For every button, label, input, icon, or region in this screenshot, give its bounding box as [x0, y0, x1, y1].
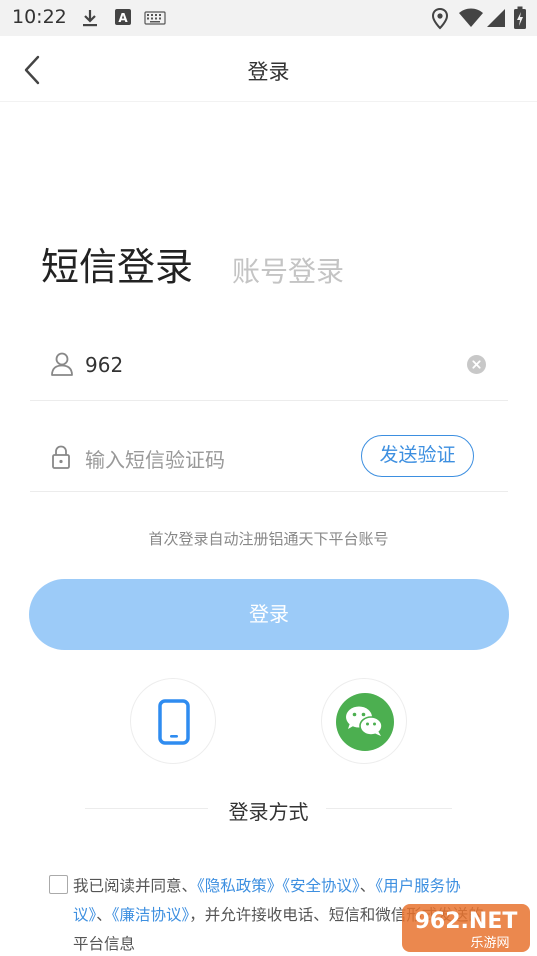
wifi-icon — [459, 8, 483, 27]
integrity-agreement-link[interactable]: 《廉洁协议》 — [112, 906, 190, 924]
agreement-checkbox[interactable] — [49, 875, 68, 894]
svg-text:A: A — [118, 11, 128, 25]
close-icon — [472, 360, 481, 369]
battery-icon — [514, 6, 526, 29]
app-header: 登录 — [0, 36, 537, 102]
code-input[interactable]: 输入短信验证码 — [85, 444, 225, 473]
watermark-logo: 962.NET 乐游网 — [402, 904, 530, 952]
svg-text:962.NET: 962.NET — [415, 909, 518, 934]
clear-input-button[interactable] — [467, 355, 486, 374]
phone-login-button[interactable] — [130, 678, 216, 764]
phone-icon — [158, 699, 190, 745]
privacy-policy-link[interactable]: 《隐私政策》 — [197, 877, 282, 895]
a-badge-icon: A — [115, 9, 131, 25]
send-code-button[interactable]: 发送验证 — [361, 435, 474, 477]
wechat-icon — [336, 693, 394, 751]
security-agreement-link[interactable]: 《安全协议》 — [282, 877, 360, 895]
signal-icon — [487, 9, 505, 27]
phone-input[interactable]: 962 — [85, 353, 123, 377]
phone-field: 962 — [30, 338, 508, 401]
page-title: 登录 — [247, 60, 290, 84]
divider-right — [326, 808, 452, 809]
tab-sms-login[interactable]: 短信登录 — [41, 236, 193, 291]
code-field: 输入短信验证码 发送验证 — [30, 430, 508, 492]
login-button[interactable]: 登录 — [29, 579, 509, 650]
svg-text:乐游网: 乐游网 — [470, 936, 509, 951]
keyboard-icon — [144, 11, 166, 25]
agreement-separator: 、 — [359, 877, 376, 895]
location-icon — [431, 8, 449, 30]
status-bar: 10:22 A — [0, 0, 537, 36]
agreement-separator: 、 — [96, 906, 112, 924]
download-icon — [83, 10, 97, 27]
status-time: 10:22 — [12, 6, 67, 28]
login-methods-title: 登录方式 — [228, 800, 309, 824]
agreement-prefix: 我已阅读并同意、 — [73, 877, 198, 895]
user-icon — [51, 352, 73, 376]
lock-icon — [52, 445, 70, 469]
register-notice: 首次登录自动注册铝通天下平台账号 — [148, 530, 389, 548]
tab-account-login[interactable]: 账号登录 — [232, 250, 344, 290]
wechat-login-button[interactable] — [321, 678, 407, 764]
